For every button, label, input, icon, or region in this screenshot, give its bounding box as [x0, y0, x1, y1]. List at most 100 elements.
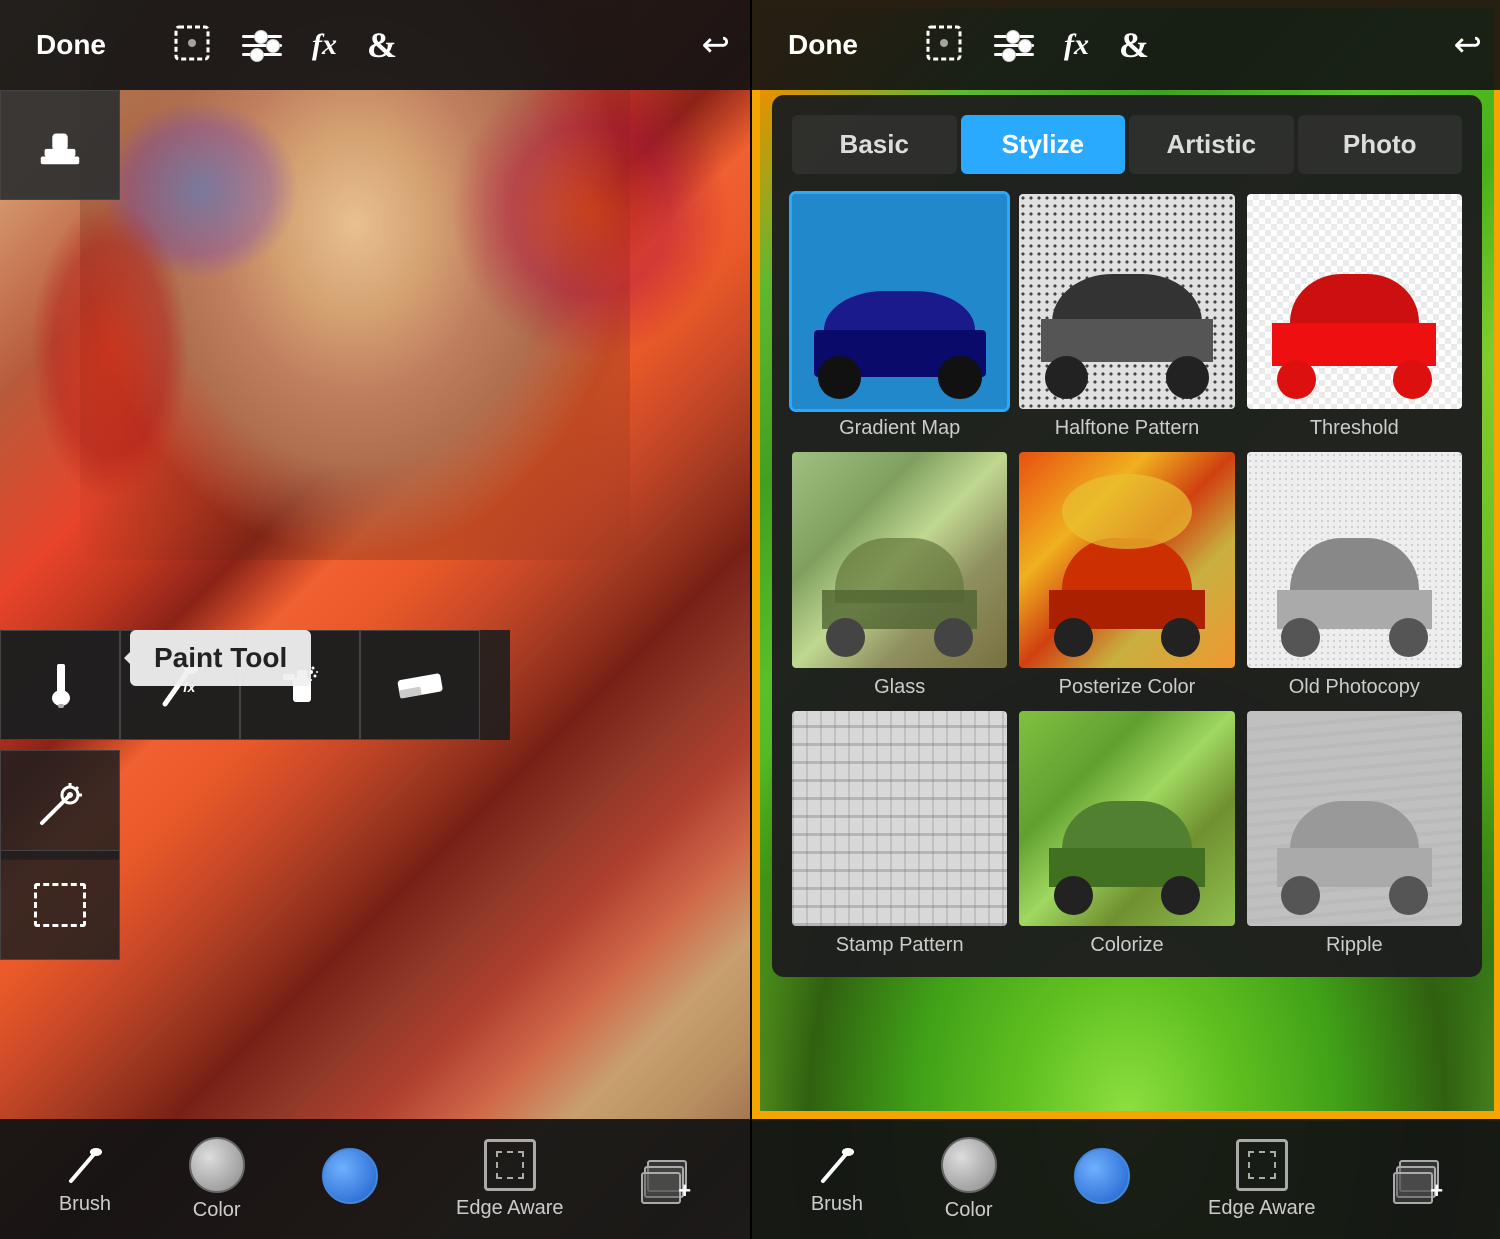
right-gray-swatch	[941, 1137, 997, 1193]
right-bottom-color-blue[interactable]	[1074, 1148, 1130, 1210]
car-wheel2	[938, 356, 981, 399]
bottom-brush-icon	[63, 1143, 107, 1187]
stamp-pattern-label: Stamp Pattern	[836, 934, 964, 957]
tab-basic-label: Basic	[840, 129, 909, 159]
left-fx-icon[interactable]: fx	[312, 28, 337, 62]
right-edge-aware-icon	[1236, 1139, 1288, 1191]
filter-halftone-pattern[interactable]: Halftone Pattern	[1019, 194, 1234, 440]
left-bottom-color-blue[interactable]	[322, 1148, 378, 1210]
filter-glass[interactable]: Glass	[792, 452, 1007, 698]
left-selection-icon[interactable]	[172, 23, 212, 63]
colorize-thumb	[1019, 711, 1234, 926]
photocopy-wheel1	[1281, 618, 1320, 657]
left-bottom-edge-aware[interactable]: Edge Aware	[456, 1139, 564, 1220]
left-bottom-color-gray[interactable]: Color	[189, 1137, 245, 1222]
posterize-wheel2	[1161, 618, 1200, 657]
brush-icon	[35, 660, 85, 710]
right-brush-label: Brush	[811, 1193, 863, 1216]
left-bottom-brush[interactable]: Brush	[59, 1143, 111, 1216]
right-bottom-color-gray[interactable]: Color	[941, 1137, 997, 1222]
right-brush-icon	[815, 1143, 859, 1187]
left-bottom-toolbar: Brush Color Edge Aware +	[0, 1119, 750, 1239]
right-color-label: Color	[945, 1199, 993, 1222]
glass-wheel1	[826, 618, 865, 657]
right-bottom-brush[interactable]: Brush	[811, 1143, 863, 1216]
halftone-wheel2	[1166, 356, 1209, 399]
threshold-label: Threshold	[1310, 417, 1399, 440]
left-tools-column	[0, 90, 120, 200]
right-bottom-toolbar: Brush Color Edge Aware +	[752, 1119, 1500, 1239]
gray-color-swatch	[189, 1137, 245, 1193]
colorize-label: Colorize	[1090, 934, 1163, 957]
filter-threshold[interactable]: Threshold	[1247, 194, 1462, 440]
right-bottom-edge-aware[interactable]: Edge Aware	[1208, 1139, 1316, 1220]
posterize-thumb	[1019, 452, 1234, 667]
halftone-pattern-label: Halftone Pattern	[1055, 417, 1200, 440]
colorize-wheel1	[1054, 876, 1093, 915]
right-amp-icon[interactable]: &	[1119, 24, 1149, 66]
tab-photo[interactable]: Photo	[1298, 115, 1463, 174]
left-paint-blob	[30, 200, 190, 500]
stamp-tool-button[interactable]	[0, 90, 120, 200]
blue-color-swatch	[322, 1148, 378, 1204]
glass-wheel2	[934, 618, 973, 657]
threshold-thumb	[1247, 194, 1462, 409]
tab-photo-label: Photo	[1343, 129, 1417, 159]
filter-old-photocopy[interactable]: Old Photocopy	[1247, 452, 1462, 698]
ripple-wheel1	[1281, 876, 1320, 915]
right-adjustments-icon[interactable]	[994, 35, 1034, 56]
filter-stamp-pattern[interactable]: Stamp Pattern	[792, 711, 1007, 957]
tab-artistic[interactable]: Artistic	[1129, 115, 1294, 174]
threshold-wheel1	[1277, 360, 1316, 399]
right-bottom-layers[interactable]: +	[1393, 1154, 1443, 1204]
tab-basic[interactable]: Basic	[792, 115, 957, 174]
lasso-tool-button[interactable]	[0, 850, 120, 960]
layer-plus-icon: +	[678, 1178, 691, 1204]
brush-tool-button[interactable]	[0, 630, 120, 740]
posterize-driver	[1062, 474, 1191, 549]
right-layer-sheet-1	[1393, 1172, 1433, 1204]
threshold-wheel2	[1393, 360, 1432, 399]
right-edge-aware-inner	[1248, 1151, 1276, 1179]
filter-ripple[interactable]: Ripple	[1247, 711, 1462, 957]
magic-wand-tool-button[interactable]	[0, 750, 120, 860]
right-layers-icon: +	[1393, 1154, 1443, 1204]
left-color-blob-red	[450, 60, 730, 360]
right-layer-plus: +	[1430, 1178, 1443, 1204]
stamp-pattern-overlay	[792, 711, 1007, 926]
filter-tabs: Basic Stylize Artistic Photo	[792, 115, 1462, 174]
tab-stylize-label: Stylize	[1002, 129, 1084, 159]
posterize-wheel1	[1054, 618, 1093, 657]
tab-artistic-label: Artistic	[1166, 129, 1256, 159]
filter-gradient-map[interactable]: Gradient Map	[792, 194, 1007, 440]
left-undo-button[interactable]: ↩	[702, 25, 731, 65]
left-bottom-layers[interactable]: +	[641, 1154, 691, 1204]
left-color-label: Color	[193, 1199, 241, 1222]
left-brush-label: Brush	[59, 1193, 111, 1216]
stamp-thumb	[792, 711, 1007, 926]
right-selection-icon[interactable]	[924, 23, 964, 63]
left-adjustments-icon[interactable]	[242, 35, 282, 56]
stamp-icon	[35, 120, 85, 170]
left-amp-icon[interactable]: &	[367, 24, 397, 66]
eraser-tool-button[interactable]	[360, 630, 480, 740]
right-done-button[interactable]: Done	[772, 21, 874, 69]
filter-colorize[interactable]: Colorize	[1019, 711, 1234, 957]
right-undo-button[interactable]: ↩	[1454, 25, 1483, 65]
ripple-label: Ripple	[1326, 934, 1383, 957]
right-fx-icon[interactable]: fx	[1064, 28, 1089, 62]
filter-posterize-color[interactable]: Posterize Color	[1019, 452, 1234, 698]
left-done-button[interactable]: Done	[20, 21, 122, 69]
edge-aware-icon	[484, 1139, 536, 1191]
left-edge-aware-label: Edge Aware	[456, 1197, 564, 1220]
eraser-icon	[395, 670, 445, 700]
left-top-toolbar: Done fx & ↩	[0, 0, 750, 90]
gradient-map-label: Gradient Map	[839, 417, 960, 440]
layers-icon: +	[641, 1154, 691, 1204]
ripple-wheel2	[1389, 876, 1428, 915]
halftone-thumb	[1019, 194, 1234, 409]
old-photocopy-thumb	[1247, 452, 1462, 667]
photocopy-wheel2	[1389, 618, 1428, 657]
tab-stylize[interactable]: Stylize	[961, 115, 1126, 174]
right-panel: Done fx & ↩ Basic Stylize Arti	[752, 0, 1500, 1239]
